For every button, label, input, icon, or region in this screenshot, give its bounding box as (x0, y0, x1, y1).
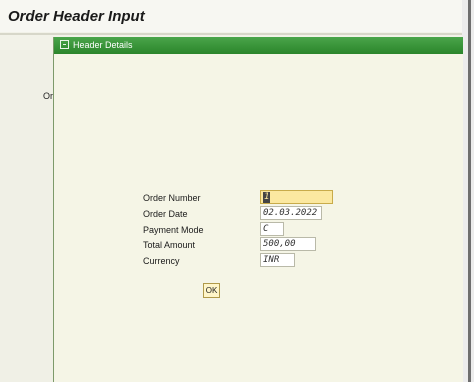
header-divider (0, 33, 474, 35)
currency-label: Currency (143, 256, 180, 266)
order-number-field[interactable]: 1 (260, 190, 333, 204)
payment-mode-row: Payment Mode C (54, 222, 463, 238)
payment-mode-label: Payment Mode (143, 225, 204, 235)
dialog-window-icon (60, 40, 69, 49)
dialog-title: Header Details (73, 40, 133, 50)
page-header: Order Header Input (0, 0, 474, 32)
total-amount-field[interactable]: 500,00 (260, 237, 316, 251)
order-number-row: Order Number 1 (54, 190, 463, 206)
page-title: Order Header Input (8, 8, 145, 25)
ok-button[interactable]: OK (203, 283, 220, 298)
window-edge-line (468, 0, 471, 382)
order-date-row: Order Date 02.03.2022 (54, 206, 463, 222)
total-amount-row: Total Amount 500,00 (54, 237, 463, 253)
dialog-titlebar[interactable]: Header Details (54, 37, 463, 54)
header-details-dialog: Header Details Order Number 1 Order Date… (53, 37, 463, 382)
order-number-label: Order Number (143, 193, 201, 203)
order-date-label: Order Date (143, 209, 188, 219)
payment-mode-field[interactable]: C (260, 222, 284, 236)
order-date-field[interactable]: 02.03.2022 (260, 206, 322, 220)
total-amount-label: Total Amount (143, 240, 196, 250)
currency-row: Currency INR (54, 253, 463, 269)
currency-field[interactable]: INR (260, 253, 295, 267)
order-number-value: 1 (263, 192, 271, 203)
